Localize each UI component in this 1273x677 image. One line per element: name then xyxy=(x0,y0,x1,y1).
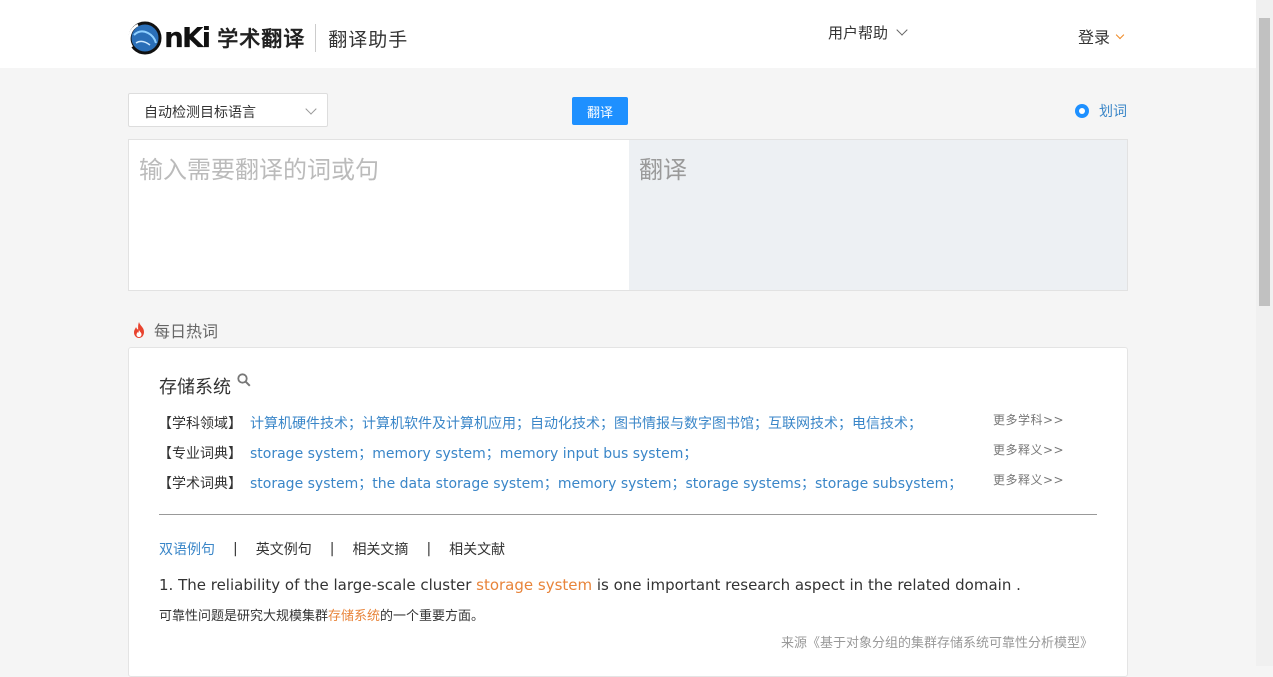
daily-hot-label: 每日热词 xyxy=(154,322,219,341)
example-sentence-zh: 可靠性问题是研究大规模集群存储系统的一个重要方面。 xyxy=(159,605,484,624)
radio-selected-icon[interactable] xyxy=(1075,104,1089,118)
row-items[interactable]: storage system；memory system；memory inpu… xyxy=(250,443,697,463)
huaci-toggle[interactable]: 划词 xyxy=(1075,101,1127,121)
tab-related-abstracts[interactable]: 相关文摘 xyxy=(352,539,408,559)
search-icon[interactable] xyxy=(237,373,251,387)
example-sentence-en: 1. The reliability of the large-scale cl… xyxy=(159,576,1021,594)
fire-icon xyxy=(134,322,144,338)
tab-separator: | xyxy=(233,541,238,557)
example-zh-prefix: 可靠性问题是研究大规模集群 xyxy=(159,609,329,624)
source-text-input[interactable] xyxy=(129,140,629,290)
login-menu[interactable]: 登录 xyxy=(1078,24,1125,48)
more-subjects-link[interactable]: 更多学科>> xyxy=(993,411,1064,428)
tab-separator: | xyxy=(329,541,335,557)
chevron-down-icon xyxy=(896,24,908,36)
page-scrollbar[interactable] xyxy=(1256,0,1273,666)
row-label: 【专业词典】 xyxy=(158,446,242,462)
tab-related-literature[interactable]: 相关文献 xyxy=(449,539,505,559)
example-zh-highlight: 存储系统 xyxy=(328,609,381,624)
row-items[interactable]: storage system；the data storage system；m… xyxy=(250,473,962,493)
globe-logo-icon xyxy=(128,21,162,55)
row-items[interactable]: 计算机硬件技术；计算机软件及计算机应用；自动化技术；图书情报与数字图书馆；互联网… xyxy=(250,413,922,433)
tab-bilingual-examples[interactable]: 双语例句 xyxy=(159,539,215,559)
hot-word-text[interactable]: 存储系统 xyxy=(159,373,231,399)
logo-subtitle: 翻译助手 xyxy=(328,28,409,51)
more-definitions-link[interactable]: 更多释义>> xyxy=(993,441,1064,458)
daily-hot-title: 每日热词 xyxy=(130,318,218,342)
example-tabs: 双语例句 | 英文例句 | 相关文摘 | 相关文献 xyxy=(159,539,505,559)
divider xyxy=(159,514,1097,515)
scrollbar-thumb[interactable] xyxy=(1259,18,1270,306)
professional-dict-row: 【专业词典】 storage system；memory system；memo… xyxy=(158,443,697,463)
user-help-label: 用户帮助 xyxy=(828,24,889,42)
hot-word-card: 存储系统 【学科领域】 计算机硬件技术；计算机软件及计算机应用；自动化技术；图书… xyxy=(128,347,1128,677)
more-definitions-link[interactable]: 更多释义>> xyxy=(993,471,1064,488)
translate-button[interactable]: 翻译 xyxy=(572,97,628,125)
login-label: 登录 xyxy=(1078,28,1111,47)
tab-separator: | xyxy=(426,541,432,557)
academic-dict-row: 【学术词典】 storage system；the data storage s… xyxy=(158,473,962,493)
row-label: 【学术词典】 xyxy=(158,476,242,492)
cnki-logo[interactable]: nKi 学术翻译 翻译助手 xyxy=(128,18,408,58)
target-language-value: 自动检测目标语言 xyxy=(144,105,256,121)
logo-nki-text: nKi xyxy=(164,21,211,54)
user-help-menu[interactable]: 用户帮助 xyxy=(828,22,908,43)
hot-word: 存储系统 xyxy=(159,373,251,399)
example-en-suffix: is one important research aspect in the … xyxy=(592,576,1021,594)
example-en-highlight: storage system xyxy=(476,576,593,594)
tab-english-examples[interactable]: 英文例句 xyxy=(256,539,312,559)
example-source[interactable]: 来源《基于对象分组的集群存储系统可靠性分析模型》 xyxy=(781,632,1093,651)
logo-brand: 学术翻译 xyxy=(217,27,306,51)
chevron-down-icon xyxy=(1115,30,1125,39)
example-en-prefix: 1. The reliability of the large-scale cl… xyxy=(159,576,477,594)
translation-output: 翻译 xyxy=(629,140,1127,290)
translate-panel: 翻译 xyxy=(128,139,1128,291)
logo-divider xyxy=(315,24,317,52)
huaci-label: 划词 xyxy=(1099,104,1127,120)
target-language-select[interactable]: 自动检测目标语言 xyxy=(128,93,328,127)
chevron-down-icon xyxy=(305,103,317,115)
top-header: nKi 学术翻译 翻译助手 用户帮助 登录 xyxy=(0,0,1256,68)
row-label: 【学科领域】 xyxy=(158,416,242,432)
example-zh-suffix: 的一个重要方面。 xyxy=(380,609,485,624)
subject-field-row: 【学科领域】 计算机硬件技术；计算机软件及计算机应用；自动化技术；图书情报与数字… xyxy=(158,413,922,433)
